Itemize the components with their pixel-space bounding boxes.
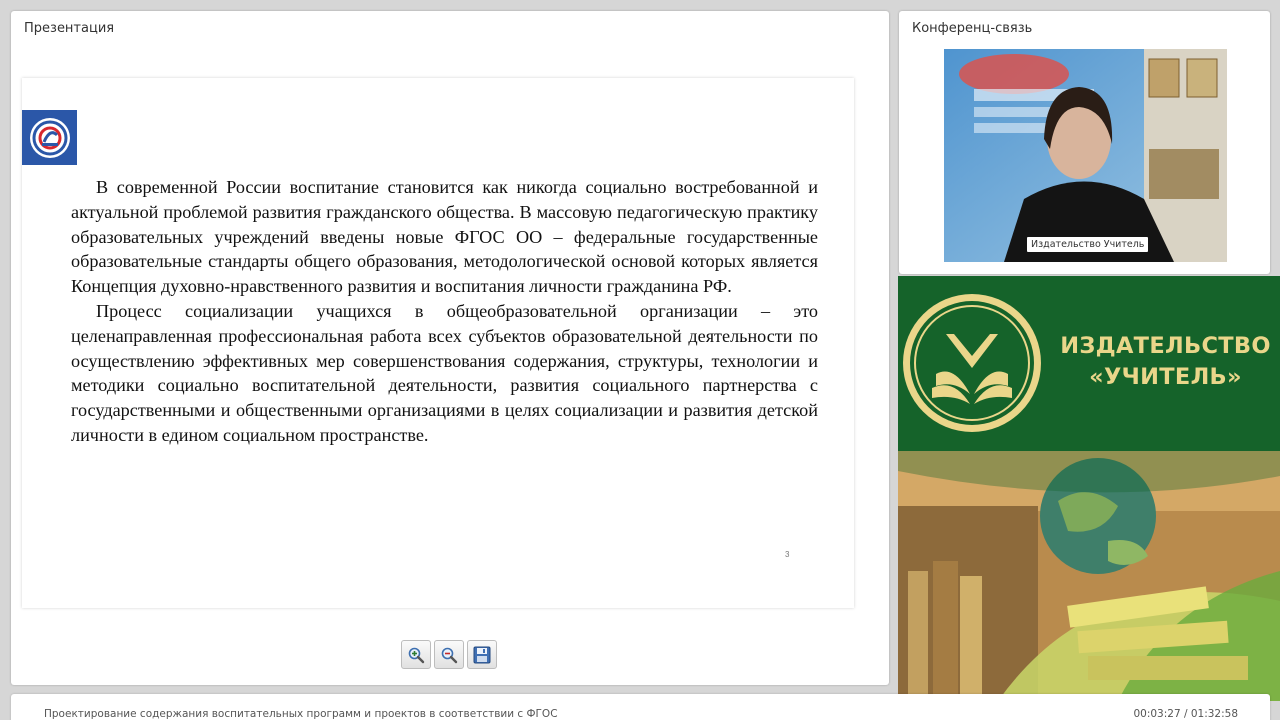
slide-toolbar [401, 640, 497, 669]
emblem-icon [22, 110, 77, 165]
publisher-logo-icon [903, 294, 1041, 432]
slide-page-number: 3 [785, 550, 790, 559]
player-status-bar: Проектирование содержания воспитательных… [11, 694, 1270, 720]
playback-timecode: 00:03:27 / 01:32:58 [1133, 708, 1238, 720]
presentation-slide: В современной России воспитание становит… [22, 78, 854, 608]
presentation-panel-title: Презентация [24, 21, 115, 36]
course-title: Проектирование содержания воспитательных… [44, 708, 558, 720]
publisher-name: ИЗДАТЕЛЬСТВО «УЧИТЕЛЬ» [1058, 331, 1273, 393]
webcam-video[interactable]: Издательство Учитель [944, 49, 1227, 262]
zoom-out-button[interactable] [434, 640, 464, 669]
zoom-in-button[interactable] [401, 640, 431, 669]
publisher-name-line2: «УЧИТЕЛЬ» [1089, 364, 1242, 390]
conference-panel: Конференц-связь Издательство Учитель [899, 11, 1270, 274]
slide-body-text: В современной России воспитание становит… [71, 175, 818, 448]
video-caption: Издательство Учитель [1027, 237, 1149, 252]
zoom-in-icon [408, 647, 425, 663]
save-button[interactable] [467, 640, 497, 669]
presentation-panel: Презентация В современной России воспита… [11, 11, 889, 685]
books-globe-photo [898, 451, 1280, 701]
publisher-name-line1: ИЗДАТЕЛЬСТВО [1060, 333, 1271, 359]
webcam-image [944, 49, 1227, 262]
floppy-disk-icon [473, 646, 491, 663]
slide-paragraph-2: Процесс социализации учащихся в общеобра… [71, 300, 818, 445]
publisher-banner: ИЗДАТЕЛЬСТВО «УЧИТЕЛЬ» [898, 276, 1280, 451]
zoom-out-icon [441, 647, 458, 663]
slide-paragraph-1: В современной России воспитание становит… [71, 177, 818, 297]
conference-panel-title: Конференц-связь [912, 21, 1033, 36]
books-globe-image [898, 451, 1280, 701]
